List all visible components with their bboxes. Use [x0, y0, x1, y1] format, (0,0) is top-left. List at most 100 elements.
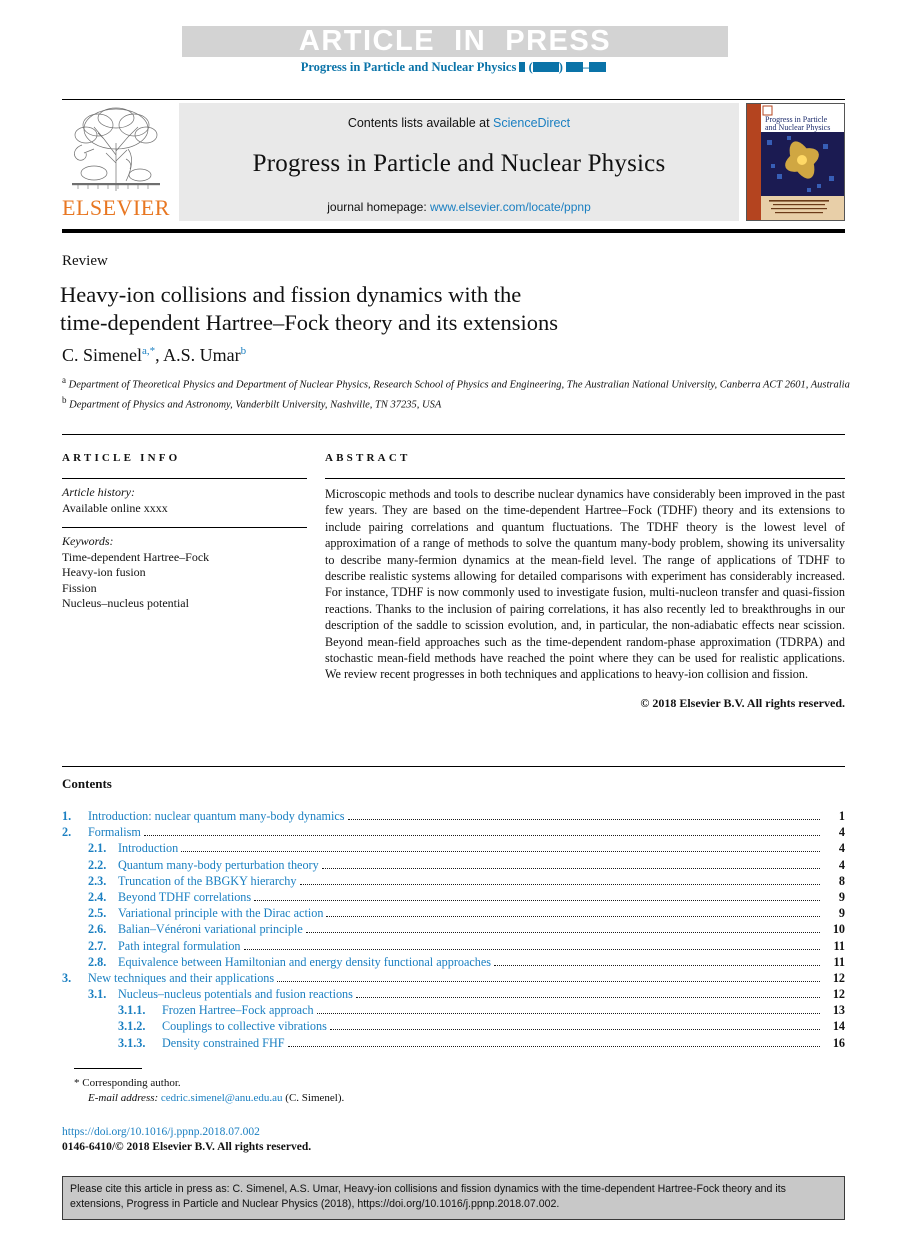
email-line: E-mail address: cedric.simenel@anu.edu.a…	[88, 1091, 594, 1106]
toc-page-number: 11	[833, 954, 845, 969]
toc-number: 1.	[62, 809, 72, 823]
toc-number: 2.6.	[88, 922, 107, 937]
keywords-label: Keywords:	[62, 534, 114, 548]
affiliations-block: a Department of Theoretical Physics and …	[62, 373, 852, 413]
toc-page-number: 8	[838, 873, 845, 888]
citation-notice-box: Please cite this article in press as: C.…	[62, 1176, 845, 1220]
toc-label[interactable]: Balian–Vénéroni variational principle	[118, 921, 303, 937]
toc-leader	[326, 916, 820, 918]
page-end-placeholder-block	[589, 62, 607, 72]
author-separator: ,	[155, 345, 164, 365]
toc-leader	[329, 1029, 820, 1031]
toc-label[interactable]: Density constrained FHF	[162, 1035, 285, 1051]
keyword-item: Time-dependent Hartree–Fock	[62, 549, 210, 564]
contents-heading: Contents	[62, 776, 112, 791]
toc-leader	[299, 883, 820, 885]
toc-entry[interactable]: 2. Formalism 4	[62, 824, 845, 840]
journal-title: Progress in Particle and Nuclear Physics	[252, 150, 666, 177]
toc-entry[interactable]: 2.4. Beyond TDHF correlations 9	[62, 889, 845, 905]
toc-label[interactable]: Nucleus–nucleus potentials and fusion re…	[118, 986, 353, 1002]
toc-page-number: 12	[832, 987, 845, 1002]
toc-entry[interactable]: 3.1. Nucleus–nucleus potentials and fusi…	[62, 986, 845, 1002]
article-history-block: Article history: Available online xxxx	[62, 485, 307, 516]
toc-leader	[321, 867, 820, 869]
toc-label[interactable]: Truncation of the BBGKY hierarchy	[118, 873, 297, 889]
author-2-affiliation-marks[interactable]: b	[241, 345, 247, 357]
toc-page-number: 12	[832, 970, 845, 985]
elsevier-wordmark: ELSEVIER	[62, 195, 170, 220]
email-link[interactable]: cedric.simenel@anu.edu.au	[161, 1092, 283, 1104]
abstract-copyright: © 2018 Elsevier B.V. All rights reserved…	[640, 695, 845, 710]
affiliation-b-text: Department of Physics and Astronomy, Van…	[69, 399, 442, 411]
toc-number: 3.	[62, 970, 72, 985]
title-line-1: Heavy-ion collisions and fission dynamic…	[60, 282, 522, 307]
toc-entry[interactable]: 2.2. Quantum many-body perturbation theo…	[62, 857, 845, 873]
affiliation-a-marker: a	[62, 375, 66, 385]
toc-entry[interactable]: 2.6. Balian–Vénéroni variational princip…	[62, 921, 845, 937]
footnote-rule	[74, 1068, 142, 1069]
toc-page-number: 10	[832, 922, 845, 937]
toc-label[interactable]: Introduction	[118, 840, 178, 856]
toc-label[interactable]: Path integral formulation	[118, 938, 241, 954]
toc-number: 2.7.	[88, 938, 107, 953]
toc-label[interactable]: Equivalence between Hamiltonian and ener…	[118, 954, 491, 970]
corresponding-author-line: * Corresponding author.	[74, 1076, 594, 1091]
toc-page-number: 16	[832, 1035, 845, 1050]
toc-label[interactable]: Beyond TDHF correlations	[118, 889, 251, 905]
keyword-item: Fission	[62, 580, 97, 595]
toc-label[interactable]: Introduction: nuclear quantum many-body …	[88, 808, 345, 824]
doi-block: https://doi.org/10.1016/j.ppnp.2018.07.0…	[62, 1125, 311, 1155]
toc-label[interactable]: New techniques and their applications	[88, 970, 274, 986]
toc-leader	[277, 980, 820, 982]
toc-entry[interactable]: 3.1.1. Frozen Hartree–Fock approach 13	[62, 1002, 845, 1018]
elsevier-logo: ELSEVIER	[62, 103, 172, 221]
toc-label[interactable]: Couplings to collective vibrations	[162, 1018, 327, 1034]
journal-masthead: ELSEVIER Contents lists available at Sci…	[62, 99, 845, 221]
contents-available-prefix: Contents lists available at	[347, 116, 494, 130]
toc-number: 3.1.1.	[118, 1003, 146, 1018]
sciencedirect-link[interactable]: ScienceDirect	[493, 116, 570, 130]
toc-label[interactable]: Quantum many-body perturbation theory	[118, 857, 319, 873]
toc-label[interactable]: Frozen Hartree–Fock approach	[162, 1002, 314, 1018]
contents-top-rule	[62, 766, 845, 767]
affiliation-a-text: Department of Theoretical Physics and De…	[68, 379, 850, 391]
toc-entry[interactable]: 3.1.3. Density constrained FHF 16	[62, 1035, 845, 1051]
toc-entry[interactable]: 2.1. Introduction 4	[62, 840, 845, 856]
toc-entry[interactable]: 3. New techniques and their applications…	[62, 970, 845, 986]
doi-link[interactable]: https://doi.org/10.1016/j.ppnp.2018.07.0…	[62, 1125, 311, 1140]
abstract-heading: ABSTRACT	[325, 452, 411, 464]
table-of-contents: 1. Introduction: nuclear quantum many-bo…	[62, 808, 845, 1051]
toc-leader	[254, 899, 820, 901]
toc-entry[interactable]: 2.3. Truncation of the BBGKY hierarchy 8	[62, 873, 845, 889]
article-history-label: Article history:	[62, 485, 135, 499]
article-info-rule-1	[62, 478, 307, 479]
affiliation-b: b Department of Physics and Astronomy, V…	[62, 393, 852, 413]
toc-entry[interactable]: 1. Introduction: nuclear quantum many-bo…	[62, 808, 845, 824]
toc-label[interactable]: Formalism	[88, 824, 141, 840]
toc-number: 3.1.	[88, 987, 107, 1002]
toc-leader	[181, 851, 820, 853]
toc-number: 2.8.	[88, 954, 107, 969]
author-1-affiliation-marks[interactable]: a,*	[142, 345, 155, 357]
citation-notice-text: Please cite this article in press as: C.…	[70, 1183, 786, 1210]
journal-cover-thumbnail[interactable]: Progress in Particle and Nuclear Physics	[746, 103, 845, 221]
homepage-prefix: journal homepage:	[327, 200, 430, 214]
elsevier-tree-icon	[64, 103, 168, 195]
journal-cover-art: Progress in Particle and Nuclear Physics	[747, 104, 844, 220]
article-info-rule-2	[62, 527, 307, 528]
toc-entry[interactable]: 2.8. Equivalence between Hamiltonian and…	[62, 954, 845, 970]
toc-leader	[355, 997, 820, 999]
toc-entry[interactable]: 2.7. Path integral formulation 11	[62, 938, 845, 954]
volume-placeholder-block	[519, 62, 526, 72]
toc-leader	[347, 819, 820, 820]
toc-number: 2.3.	[88, 873, 107, 888]
toc-label[interactable]: Variational principle with the Dirac act…	[118, 905, 323, 921]
toc-leader	[494, 964, 820, 966]
toc-entry[interactable]: 3.1.2. Couplings to collective vibration…	[62, 1018, 845, 1034]
cover-title-line2: and Nuclear Physics	[765, 123, 830, 132]
article-info-column: ARTICLE INFO Article history: Available …	[62, 452, 307, 612]
journal-homepage-link[interactable]: www.elsevier.com/locate/ppnp	[430, 200, 591, 214]
asterisk-icon: *	[74, 1077, 80, 1089]
toc-entry[interactable]: 2.5. Variational principle with the Dira…	[62, 905, 845, 921]
toc-leader	[287, 1045, 820, 1047]
